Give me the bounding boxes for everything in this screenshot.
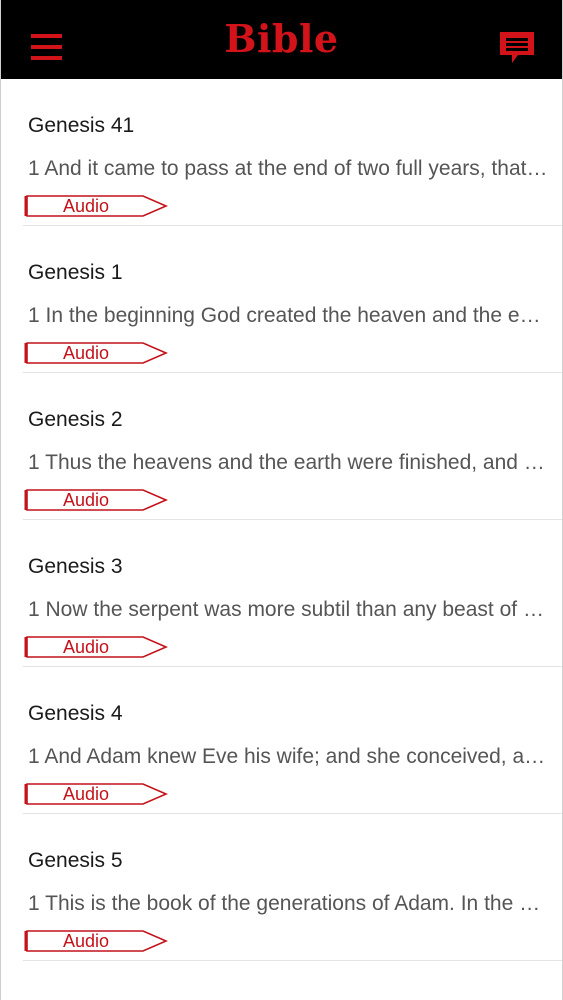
chapter-snippet: 1 And it came to pass at the end of two … xyxy=(28,157,548,180)
chapter-title: Genesis 4 xyxy=(28,702,123,725)
audio-button[interactable]: Audio xyxy=(23,929,169,953)
audio-button[interactable]: Audio xyxy=(23,782,169,806)
list-item[interactable]: Genesis 1 1 In the beginning God created… xyxy=(23,226,562,373)
audio-label: Audio xyxy=(63,490,110,510)
audio-label: Audio xyxy=(63,637,110,657)
list-item[interactable]: Genesis 2 1 Thus the heavens and the ear… xyxy=(23,373,562,520)
chapter-title: Genesis 3 xyxy=(28,555,123,578)
list-item[interactable]: Genesis 3 1 Now the serpent was more sub… xyxy=(23,520,562,667)
list-item[interactable]: Genesis 41 1 And it came to pass at the … xyxy=(23,79,562,226)
list-item[interactable]: Genesis 5 1 This is the book of the gene… xyxy=(23,814,562,961)
audio-label: Audio xyxy=(63,343,110,363)
audio-label: Audio xyxy=(63,931,110,951)
audio-button[interactable]: Audio xyxy=(23,488,169,512)
chapter-snippet: 1 And Adam knew Eve his wife; and she co… xyxy=(28,745,548,768)
chapter-title: Genesis 5 xyxy=(28,849,123,872)
chapter-title: Genesis 1 xyxy=(28,261,123,284)
app-title: Bible xyxy=(224,15,339,61)
audio-button[interactable]: Audio xyxy=(23,341,169,365)
chat-button[interactable] xyxy=(498,30,536,66)
top-bar: Bible xyxy=(1,0,562,79)
menu-button[interactable] xyxy=(31,34,62,61)
audio-label: Audio xyxy=(63,784,110,804)
audio-label: Audio xyxy=(63,196,110,216)
chapter-title: Genesis 2 xyxy=(28,408,123,431)
chapter-snippet: 1 Now the serpent was more subtil than a… xyxy=(28,598,548,621)
chapter-title: Genesis 41 xyxy=(28,114,135,137)
app-window: Bible Genesis 41 1 And it came to pass a… xyxy=(0,0,563,1000)
chapter-snippet: 1 Thus the heavens and the earth were fi… xyxy=(28,451,548,474)
audio-button[interactable]: Audio xyxy=(23,194,169,218)
chapter-snippet: 1 In the beginning God created the heave… xyxy=(28,304,548,327)
chat-bubble-icon xyxy=(500,32,534,63)
hamburger-menu-icon xyxy=(31,34,62,38)
chapter-list: Genesis 41 1 And it came to pass at the … xyxy=(1,79,562,961)
audio-button[interactable]: Audio xyxy=(23,635,169,659)
list-item[interactable]: Genesis 4 1 And Adam knew Eve his wife; … xyxy=(23,667,562,814)
chapter-snippet: 1 This is the book of the generations of… xyxy=(28,892,548,915)
